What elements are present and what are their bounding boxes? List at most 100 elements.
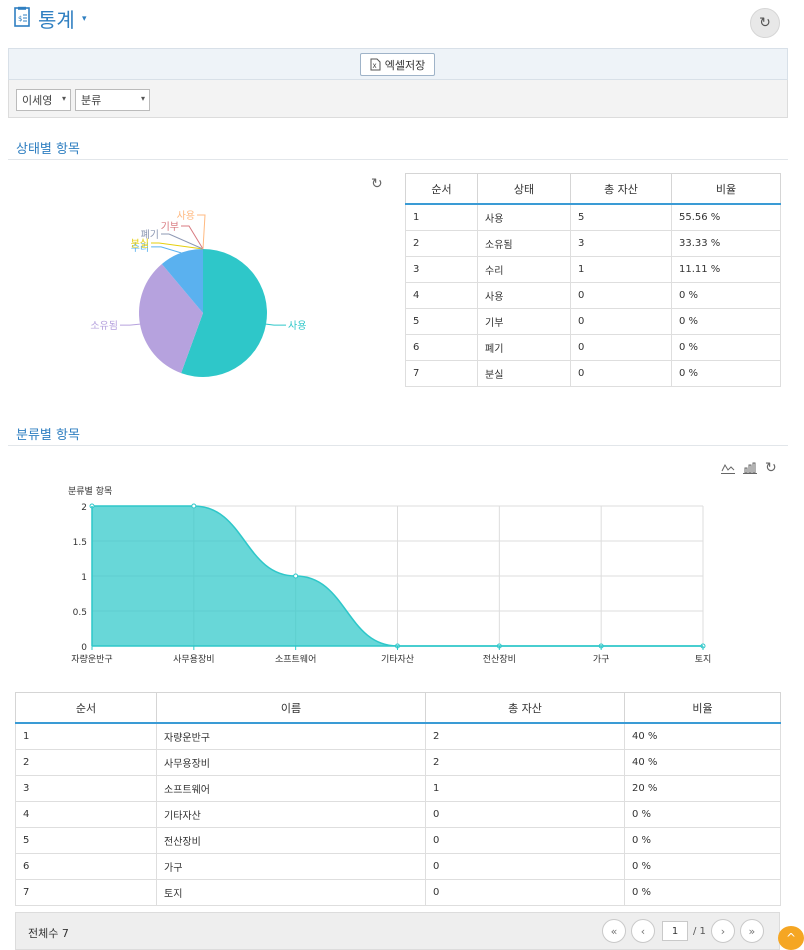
table-cell: 0 %	[624, 800, 781, 828]
line-chart-icon[interactable]	[721, 462, 735, 474]
table-cell: 0 %	[624, 852, 781, 880]
pie-refresh-icon[interactable]: ↻	[371, 176, 383, 192]
status-row[interactable]: 2 소유됨 3 33.33 %	[405, 229, 781, 257]
table-cell: 0	[425, 878, 625, 906]
prev-page-button[interactable]: ‹	[631, 919, 655, 943]
user-select[interactable]: 이세영 ▾	[16, 89, 71, 111]
x-tick-label: 기타자산	[381, 654, 414, 665]
refresh-icon[interactable]: ↻	[765, 461, 777, 475]
y-tick-label: 1.5	[73, 538, 87, 548]
pie-label: 사용	[177, 210, 195, 222]
table-cell: 40 %	[624, 722, 781, 750]
table-cell: 가구	[156, 852, 426, 880]
x-tick-label: 소프트웨어	[275, 653, 316, 665]
category-row[interactable]: 5 전산장비 0 0 %	[15, 826, 781, 854]
status-table: 순서 상태 총 자산 비율 1 사용 5 55.56 % 2 소유됨 3 33.33 % 3 수리…	[405, 173, 781, 387]
first-page-button[interactable]: «	[602, 919, 626, 943]
column-header[interactable]: 총 자산	[425, 692, 625, 724]
category-row[interactable]: 7 토지 0 0 %	[15, 878, 781, 906]
category-row[interactable]: 2 사무용장비 2 40 %	[15, 748, 781, 776]
table-cell: 6	[15, 852, 157, 880]
next-page-button[interactable]: ›	[710, 919, 735, 943]
table-cell: 11.11 %	[671, 255, 781, 283]
x-tick-label: 가구	[593, 654, 610, 665]
column-header[interactable]: 상태	[477, 173, 571, 205]
status-row[interactable]: 7 분실 0 0 %	[405, 359, 781, 387]
table-cell: 55.56 %	[671, 203, 781, 231]
table-cell: 7	[405, 359, 478, 387]
divider	[8, 445, 788, 446]
bar-chart-icon[interactable]	[743, 462, 757, 474]
y-tick-label: 0.5	[73, 608, 87, 618]
table-cell: 사용	[477, 281, 571, 309]
table-cell: 0 %	[671, 359, 781, 387]
table-cell: 사용	[477, 203, 571, 231]
table-cell: 5	[405, 307, 478, 335]
last-page-button[interactable]: »	[739, 919, 764, 943]
page-input[interactable]: 1	[662, 921, 688, 941]
table-footer: 전체수 7 « ‹ 1 / 1 › »	[15, 912, 780, 950]
status-row[interactable]: 1 사용 5 55.56 %	[405, 203, 781, 231]
status-table-header: 순서 상태 총 자산 비율	[405, 173, 781, 205]
chart-title: 분류별 항목	[68, 486, 112, 497]
chevron-down-icon: ▾	[140, 94, 145, 103]
table-cell: 0	[570, 333, 672, 361]
column-header[interactable]: 순서	[15, 692, 157, 724]
category-row[interactable]: 3 소프트웨어 1 20 %	[15, 774, 781, 802]
category-row[interactable]: 1 자량운반구 2 40 %	[15, 722, 781, 750]
table-cell: 0	[425, 826, 625, 854]
pie-label: 기부	[161, 221, 179, 233]
pie-label-line	[181, 225, 204, 250]
pie-label: 폐기	[141, 229, 159, 241]
page-refresh-button[interactable]: ↻	[750, 8, 780, 38]
x-tick-label: 사무용장비	[173, 654, 214, 665]
table-cell: 0 %	[671, 307, 781, 335]
category-section-title: 분류별 항목	[16, 428, 80, 443]
table-cell: 1	[570, 255, 672, 283]
table-cell: 7	[15, 878, 157, 906]
table-cell: 4	[15, 800, 157, 828]
title-dropdown-icon[interactable]: ▾	[82, 14, 87, 24]
table-cell: 1	[15, 722, 157, 750]
table-cell: 3	[570, 229, 672, 257]
column-header[interactable]: 총 자산	[570, 173, 672, 205]
table-cell: 1	[425, 774, 625, 802]
y-tick-label: 1	[81, 573, 87, 583]
table-cell: 0	[425, 800, 625, 828]
table-cell: 2	[405, 229, 478, 257]
user-select-value: 이세영	[22, 94, 53, 107]
table-cell: 2	[425, 722, 625, 750]
page-header: $ 통계 ▾ ↻	[0, 0, 804, 40]
excel-export-button[interactable]: X 엑셀저장	[360, 53, 435, 76]
category-row[interactable]: 4 기타자산 0 0 %	[15, 800, 781, 828]
refresh-icon: ↻	[759, 15, 771, 31]
status-row[interactable]: 4 사용 0 0 %	[405, 281, 781, 309]
category-row[interactable]: 6 가구 0 0 %	[15, 852, 781, 880]
table-cell: 0 %	[671, 281, 781, 309]
pagination: « ‹ 1 / 1 › »	[602, 919, 764, 943]
table-cell: 0 %	[624, 826, 781, 854]
column-header[interactable]: 이름	[156, 692, 426, 724]
column-header[interactable]: 순서	[405, 173, 478, 205]
table-cell: 2	[425, 748, 625, 776]
status-row[interactable]: 5 기부 0 0 %	[405, 307, 781, 335]
excel-export-label: 엑셀저장	[384, 58, 426, 72]
data-point	[293, 573, 299, 579]
table-cell: 20 %	[624, 774, 781, 802]
category-select[interactable]: 분류 ▾	[75, 89, 150, 111]
x-tick-label: 전산장비	[483, 654, 516, 665]
table-cell: 0	[570, 359, 672, 387]
table-cell: 3	[405, 255, 478, 283]
status-row[interactable]: 3 수리 1 11.11 %	[405, 255, 781, 283]
excel-file-icon: X	[370, 58, 381, 71]
pie-label-line	[151, 246, 182, 254]
table-cell: 분실	[477, 359, 571, 387]
column-header[interactable]: 비율	[671, 173, 781, 205]
column-header[interactable]: 비율	[624, 692, 781, 724]
status-pie-chart: 사용소유됨수리분실폐기기부사용	[90, 210, 306, 377]
table-cell: 1	[405, 203, 478, 231]
chart-toolbox: ↻	[721, 461, 777, 475]
scroll-top-button[interactable]: ^	[778, 926, 804, 950]
status-row[interactable]: 6 폐기 0 0 %	[405, 333, 781, 361]
table-cell: 4	[405, 281, 478, 309]
